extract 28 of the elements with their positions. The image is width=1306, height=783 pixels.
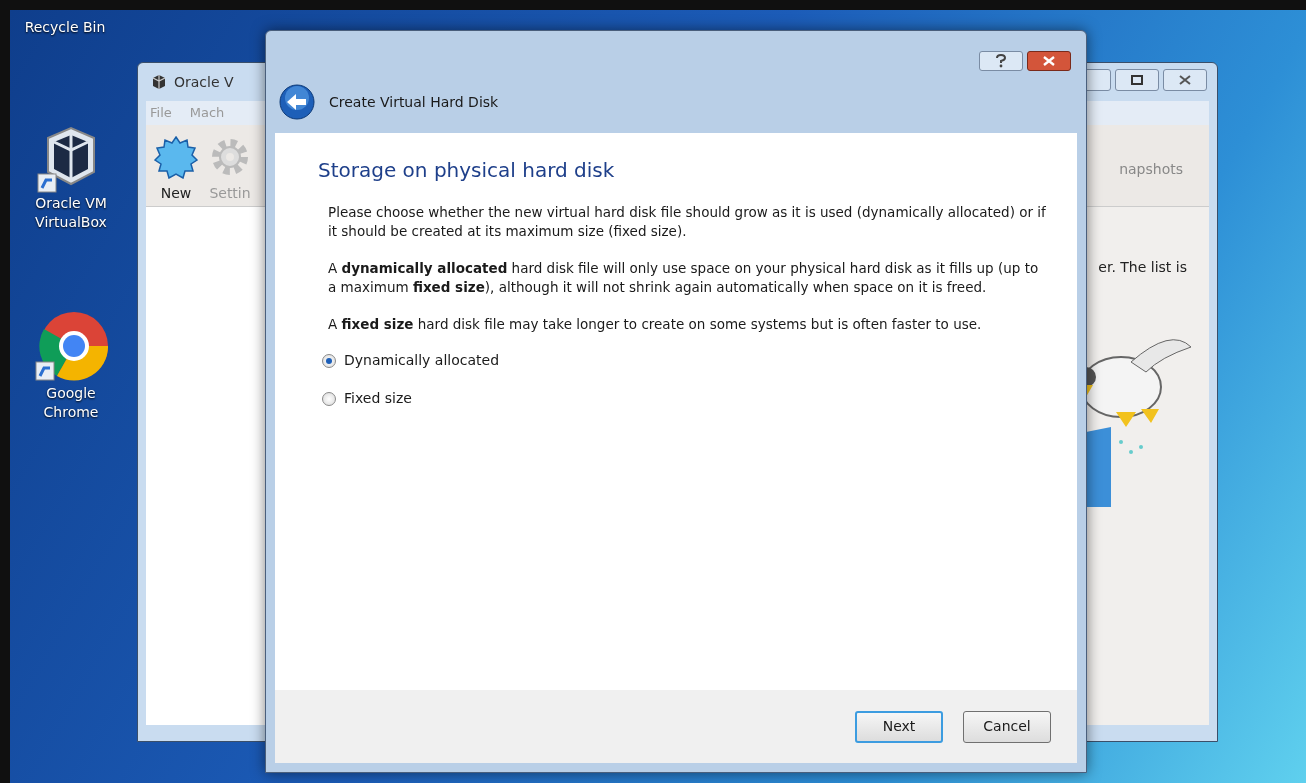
welcome-text: er. The list is (1098, 258, 1187, 277)
close-button[interactable] (1163, 69, 1207, 91)
paragraph: A dynamically allocated hard disk file will only use space on your physical hard disk as it fills up (up to a maximum fixed size), although it will not shrink again automatically when space on it is freed. (328, 259, 1040, 297)
radio-option[interactable]: Fixed size (322, 388, 1047, 409)
dialog-title: Create Virtual Hard Disk (329, 92, 499, 112)
desktop-icon-label[interactable]: Oracle VM VirtualBox (26, 194, 116, 232)
window-title: Oracle V (174, 72, 234, 92)
paragraph: Please choose whether the new virtual hard disk file should grow as it is used (dynamically allocated) or if it should be created at its maximum size (fixed size). (328, 203, 1047, 241)
close-button[interactable] (1027, 51, 1071, 71)
restore-icon (1131, 75, 1143, 85)
help-button[interactable] (979, 51, 1023, 71)
close-icon (1043, 56, 1055, 66)
radio-option[interactable]: Dynamically allocated (322, 350, 1047, 371)
close-icon (1179, 75, 1191, 85)
paragraph: A fixed size hard disk file may take longer to create on some systems but is often faster to use. (328, 315, 983, 334)
help-icon (996, 54, 1006, 68)
desktop-icon-label[interactable]: Google Chrome (26, 384, 116, 422)
radio-button[interactable] (322, 353, 336, 368)
desktop-icon-label[interactable]: Recycle Bin (24, 18, 106, 37)
dialog-button[interactable]: Next (855, 710, 943, 743)
dialog-button[interactable]: Cancel (963, 710, 1051, 743)
page-heading: Storage on physical hard disk (318, 157, 616, 184)
cube-icon (150, 73, 168, 91)
maximize-button[interactable] (1115, 69, 1159, 91)
browser-logo-icon (34, 310, 108, 384)
radio-button[interactable] (322, 391, 336, 406)
toolbar-button[interactable]: New (154, 135, 198, 204)
starburst-icon (154, 135, 198, 179)
